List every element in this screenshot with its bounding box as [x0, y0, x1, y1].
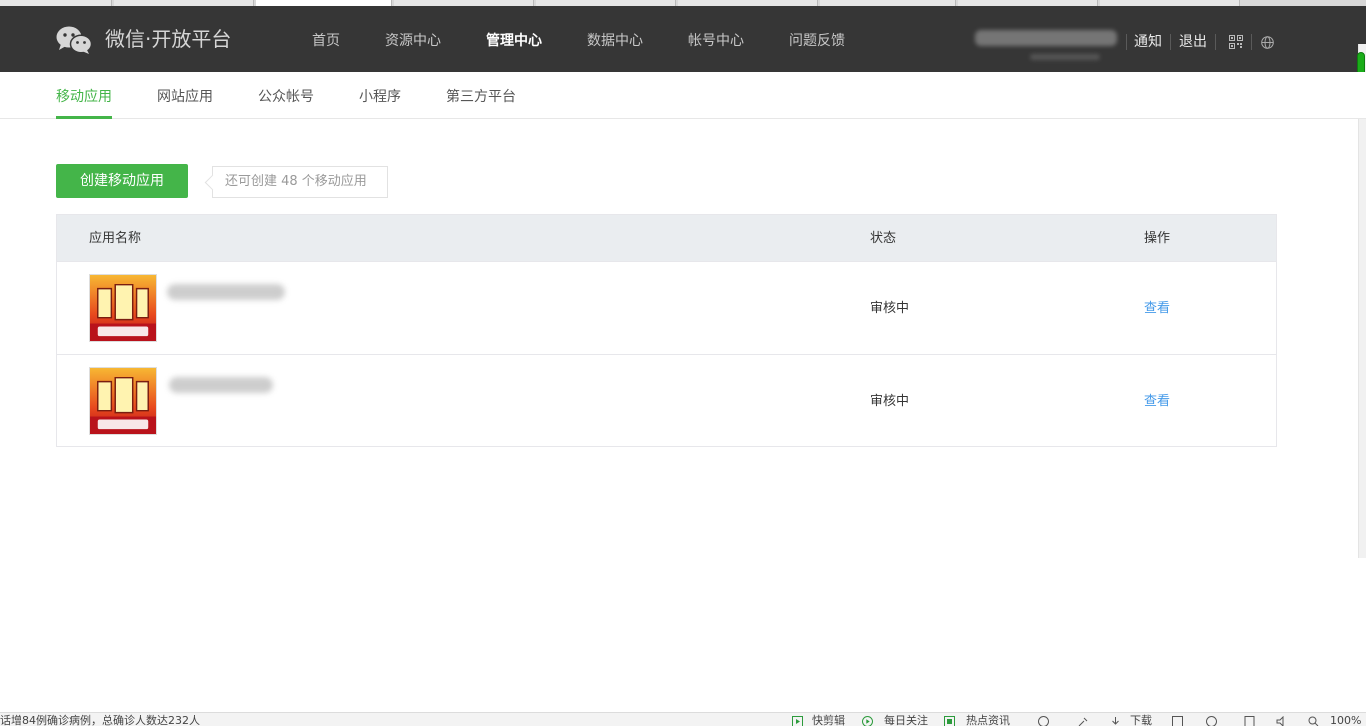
account-sub-redacted: [1030, 54, 1100, 60]
tab-mobile-apps[interactable]: 移动应用: [56, 88, 112, 106]
tool-icon[interactable]: [1078, 716, 1089, 726]
sub-navigation: 移动应用 网站应用 公众帐号 小程序 第三方平台: [0, 72, 1366, 119]
nav-management-center[interactable]: 管理中心: [486, 32, 542, 50]
app-icon: [89, 367, 157, 435]
app-name-redacted: [169, 377, 273, 393]
status-item-hot[interactable]: 热点资讯: [966, 715, 1010, 726]
nav-home[interactable]: 首页: [312, 32, 340, 50]
header-action: 操作: [1144, 231, 1171, 246]
status-item-download[interactable]: 下载: [1130, 715, 1152, 726]
status-item-clip[interactable]: 快剪辑: [812, 715, 845, 726]
divider: [1126, 34, 1127, 50]
table-row: 审核中 查看: [57, 261, 1276, 354]
app-status: 审核中: [870, 301, 910, 316]
play-circle-icon[interactable]: [862, 716, 873, 726]
nav-data-center[interactable]: 数据中心: [587, 32, 643, 50]
page-scrollbar-track[interactable]: [1358, 44, 1366, 558]
nav-feedback[interactable]: 问题反馈: [789, 32, 845, 50]
news-ticker[interactable]: 话增84例确诊病例，总确诊人数达232人: [0, 715, 200, 726]
view-app-link[interactable]: 查看: [1144, 301, 1170, 317]
account-name-redacted[interactable]: [975, 30, 1117, 46]
tab-website-apps[interactable]: 网站应用: [157, 88, 213, 106]
app-name-redacted: [167, 284, 285, 300]
table-header: 应用名称 状态 操作: [57, 215, 1276, 261]
ie-icon[interactable]: [1206, 716, 1217, 726]
browser-icon[interactable]: [1038, 716, 1049, 726]
browser-status-bar: 话增84例确诊病例，总确诊人数达232人 快剪辑 每日关注 热点资讯 下载 10…: [0, 712, 1366, 726]
divider: [1170, 34, 1171, 50]
create-mobile-app-button[interactable]: 创建移动应用: [56, 164, 188, 198]
app-icon: [89, 274, 157, 342]
quota-hint: 还可创建 48 个移动应用: [212, 166, 388, 198]
download-icon[interactable]: [1110, 716, 1121, 726]
hot-news-icon[interactable]: [944, 716, 955, 726]
nav-resource-center[interactable]: 资源中心: [385, 32, 441, 50]
top-navigation-bar: 微信·开放平台 首页 资源中心 管理中心 数据中心 帐号中心 问题反馈 通知 退…: [0, 6, 1366, 72]
divider: [1215, 34, 1216, 50]
screen-icon[interactable]: [1244, 716, 1255, 726]
tab-official-accounts[interactable]: 公众帐号: [258, 88, 314, 106]
zoom-icon[interactable]: [1308, 716, 1319, 726]
globe-icon[interactable]: [1261, 36, 1274, 49]
nav-account-center[interactable]: 帐号中心: [688, 32, 744, 50]
zoom-level[interactable]: 100%: [1330, 715, 1361, 726]
window-icon[interactable]: [1172, 716, 1183, 726]
wechat-logo-icon[interactable]: [56, 25, 92, 55]
platform-title[interactable]: 微信·开放平台: [105, 26, 231, 52]
qrcode-icon[interactable]: [1229, 35, 1243, 49]
app-table: 应用名称 状态 操作 审核中 查看 审核中 查看: [56, 214, 1277, 447]
app-status: 审核中: [870, 394, 910, 409]
view-app-link[interactable]: 查看: [1144, 394, 1170, 410]
header-status: 状态: [870, 231, 897, 246]
volume-icon[interactable]: [1276, 716, 1287, 726]
tab-third-party-platform[interactable]: 第三方平台: [446, 88, 516, 106]
active-tab-indicator: [56, 116, 112, 119]
notify-link[interactable]: 通知: [1134, 33, 1162, 51]
logout-link[interactable]: 退出: [1179, 33, 1207, 51]
table-row: 审核中 查看: [57, 354, 1276, 447]
tab-mini-programs[interactable]: 小程序: [359, 88, 401, 106]
status-item-daily[interactable]: 每日关注: [884, 715, 928, 726]
video-clip-icon[interactable]: [792, 716, 803, 726]
divider: [1251, 34, 1252, 50]
header-app-name: 应用名称: [89, 231, 142, 246]
